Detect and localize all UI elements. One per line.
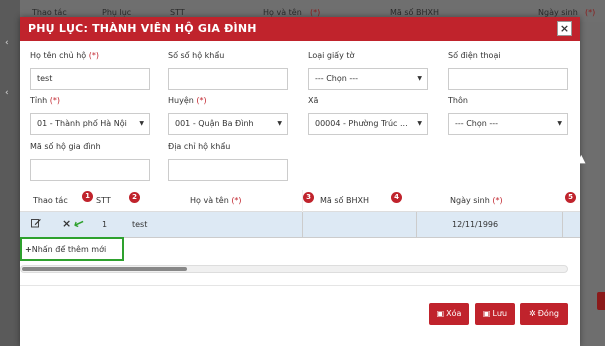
save-disk-icon: ▣ [482, 309, 491, 318]
label-ho-ten-chu-ho: Họ tên chủ hộ [30, 51, 87, 60]
xa-select[interactable]: 00004 - Phường Trúc ... ▼ [308, 113, 428, 135]
label-huyen: Huyện [168, 96, 194, 105]
save-disk-icon: ▣ [436, 309, 445, 318]
field-tinh: Tỉnh (*) 01 - Thành phố Hà Nội ▼ [30, 96, 150, 135]
field-so-dien-thoai: Số điện thoại [448, 51, 568, 90]
dia-chi-ho-khau-input[interactable] [168, 159, 288, 181]
thon-value: --- Chọn --- [455, 119, 499, 128]
cell-ngay-sinh[interactable]: 12/11/1996 [452, 220, 498, 229]
annotation-badge-5: 5 [565, 192, 576, 203]
label-so-dien-thoai: Số điện thoại [448, 51, 501, 60]
loai-giay-to-value: --- Chọn --- [315, 74, 359, 83]
field-ho-ten-chu-ho: Họ tên chủ hộ (*) test [30, 51, 150, 90]
thon-select[interactable]: --- Chọn --- ▼ [448, 113, 568, 135]
table-row: × 1 test 12/11/1996 [20, 212, 580, 238]
so-so-ho-khau-input[interactable] [168, 68, 288, 90]
so-dien-thoai-input[interactable] [448, 68, 568, 90]
field-xa: Xã 00004 - Phường Trúc ... ▼ [308, 96, 428, 135]
tinh-select[interactable]: 01 - Thành phố Hà Nội ▼ [30, 113, 150, 135]
delete-button[interactable]: ▣ Xóa [429, 303, 469, 325]
bg-col-phu-luc: Phụ lục [102, 8, 132, 17]
column-divider [302, 212, 303, 238]
close-button[interactable]: × [557, 21, 572, 36]
label-thon: Thôn [448, 96, 468, 105]
plus-icon: + [25, 245, 32, 254]
field-thon: Thôn --- Chọn --- ▼ [448, 96, 568, 135]
cell-stt: 1 [102, 220, 108, 229]
bg-col-thao-tac: Thao tác [32, 8, 67, 17]
th-ho-va-ten: Họ và tên (*) [190, 196, 242, 205]
cell-ho-va-ten[interactable]: test [132, 220, 147, 229]
column-divider [416, 212, 417, 238]
edit-icon[interactable] [31, 218, 41, 230]
huyen-select[interactable]: 001 - Quận Ba Đình ▼ [168, 113, 288, 135]
family-member-modal: PHỤ LỤC: THÀNH VIÊN HỘ GIA ĐÌNH × Họ tên… [20, 17, 580, 346]
caret-down-icon: ▼ [417, 75, 422, 82]
table-header: Thao tác 1 STT 2 Họ và tên (*) 3 Mã số B… [20, 190, 580, 212]
members-table: Thao tác 1 STT 2 Họ và tên (*) 3 Mã số B… [20, 190, 580, 238]
modal-title: PHỤ LỤC: THÀNH VIÊN HỘ GIA ĐÌNH [28, 22, 257, 35]
ho-ten-chu-ho-input[interactable]: test [30, 68, 150, 90]
field-huyen: Huyện (*) 001 - Quận Ba Đình ▼ [168, 96, 288, 135]
xa-value: 00004 - Phường Trúc ... [315, 119, 408, 128]
background-sidebar: ‹ ‹ [0, 0, 20, 346]
caret-down-icon: ▼ [139, 120, 144, 127]
chevron-left-icon: ‹ [5, 38, 9, 48]
label-xa: Xã [308, 96, 319, 105]
mouse-cursor-icon: ▲ [577, 152, 586, 165]
modal-header: PHỤ LỤC: THÀNH VIÊN HỘ GIA ĐÌNH × [20, 17, 580, 41]
bg-col-ho-va-ten: Họ và tên [263, 8, 302, 17]
field-dia-chi-ho-khau: Địa chỉ hộ khẩu [168, 142, 288, 181]
caret-down-icon: ▼ [417, 120, 422, 127]
save-button[interactable]: ▣ Lưu [475, 303, 515, 325]
background-button [597, 292, 605, 310]
annotation-badge-1: 1 [82, 191, 93, 202]
th-stt: STT [96, 196, 111, 205]
scrollbar-thumb[interactable] [22, 267, 187, 271]
caret-down-icon: ▼ [277, 120, 282, 127]
add-new-label: Nhấn để thêm mới [31, 245, 107, 254]
bg-col-stt: STT [170, 8, 185, 17]
close-dialog-button[interactable]: ✲ Đóng [520, 303, 568, 325]
huyen-value: 001 - Quận Ba Đình [175, 119, 254, 128]
delete-row-icon[interactable]: × [62, 217, 71, 230]
column-divider [302, 190, 303, 212]
label-ma-so-ho-gia-dinh: Mã số hộ gia đình [30, 142, 101, 151]
required-mark: (*) [49, 96, 61, 105]
tinh-value: 01 - Thành phố Hà Nội [37, 119, 127, 128]
annotation-badge-3: 3 [303, 192, 314, 203]
th-thao-tac: Thao tác [33, 196, 68, 205]
th-ngay-sinh: Ngày sinh (*) [450, 196, 503, 205]
annotation-badge-4: 4 [391, 192, 402, 203]
footer-divider [20, 285, 580, 286]
bg-col-req: (*) [310, 8, 321, 17]
label-so-so-ho-khau: Số sổ hộ khẩu [168, 51, 225, 60]
field-ma-so-ho-gia-dinh: Mã số hộ gia đình [30, 142, 150, 181]
bg-col-req: (*) [585, 8, 596, 17]
loai-giay-to-select[interactable]: --- Chọn --- ▼ [308, 68, 428, 90]
label-loai-giay-to: Loại giấy tờ [308, 51, 355, 60]
field-loai-giay-to: Loại giấy tờ --- Chọn --- ▼ [308, 51, 428, 90]
add-new-button[interactable]: +Nhấn để thêm mới [20, 237, 124, 261]
annotation-badge-2: 2 [129, 192, 140, 203]
field-so-so-ho-khau: Số sổ hộ khẩu [168, 51, 288, 90]
label-dia-chi-ho-khau: Địa chỉ hộ khẩu [168, 142, 231, 151]
required-mark: (*) [88, 51, 99, 60]
chevron-left-icon: ‹ [5, 88, 9, 98]
label-tinh: Tỉnh [30, 96, 48, 105]
caret-down-icon: ▼ [557, 120, 562, 127]
ma-so-ho-gia-dinh-input[interactable] [30, 159, 150, 181]
bg-col-ngay-sinh: Ngày sinh [538, 8, 578, 17]
gear-icon: ✲ [529, 309, 536, 318]
th-ma-so-bhxh: Mã số BHXH [320, 196, 369, 205]
horizontal-scrollbar[interactable] [20, 265, 568, 273]
bg-col-ma-so-bhxh: Mã số BHXH [390, 8, 439, 17]
column-divider [562, 212, 563, 238]
required-mark: (*) [196, 96, 207, 105]
